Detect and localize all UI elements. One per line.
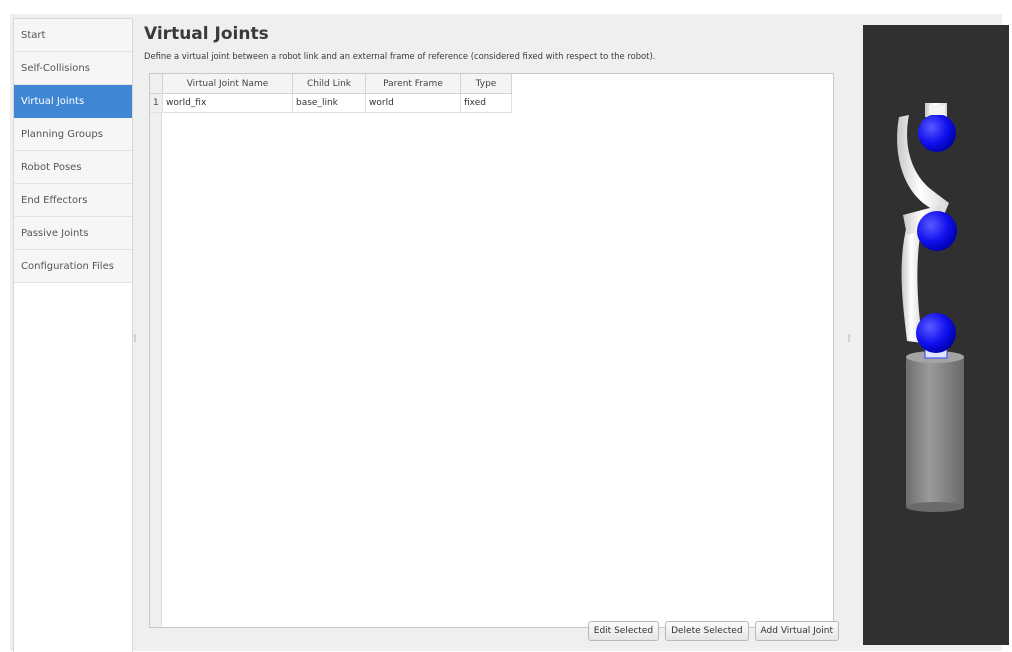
edit-selected-button[interactable]: Edit Selected	[587, 621, 660, 641]
sidebar-item-end-effectors[interactable]: End Effectors	[14, 184, 132, 217]
cell-parent-frame[interactable]: world	[365, 93, 461, 113]
sidebar-item-planning-groups[interactable]: Planning Groups	[14, 118, 132, 151]
sidebar-item-passive-joints[interactable]: Passive Joints	[14, 217, 132, 250]
robot-model	[897, 103, 964, 512]
add-virtual-joint-button[interactable]: Add Virtual Joint	[754, 621, 839, 641]
column-header-virtual-joint-name[interactable]: Virtual Joint Name	[162, 74, 293, 94]
robot-base	[906, 351, 964, 512]
page-description: Define a virtual joint between a robot l…	[144, 51, 656, 61]
robot-joint-bottom	[916, 313, 956, 353]
sidebar-item-self-collisions[interactable]: Self-Collisions	[14, 52, 132, 85]
sidebar-item-robot-poses[interactable]: Robot Poses	[14, 151, 132, 184]
delete-selected-button[interactable]: Delete Selected	[665, 621, 749, 641]
cell-child-link[interactable]: base_link	[292, 93, 366, 113]
sidebar-splitter-handle[interactable]	[134, 334, 136, 342]
row-header-gutter	[150, 74, 162, 627]
setup-assistant-window: Start Self-Collisions Virtual Joints Pla…	[10, 14, 1009, 652]
table-action-buttons: Edit Selected Delete Selected Add Virtua…	[587, 621, 839, 641]
column-header-child-link[interactable]: Child Link	[292, 74, 366, 94]
table-row[interactable]: 1 world_fix base_link world fixed	[150, 93, 512, 113]
cell-type[interactable]: fixed	[460, 93, 512, 113]
sidebar-item-virtual-joints[interactable]: Virtual Joints	[14, 85, 132, 118]
robot-joint-top	[918, 114, 956, 152]
row-number[interactable]: 1	[150, 93, 163, 113]
viewer-splitter-handle[interactable]	[848, 334, 850, 342]
page-title: Virtual Joints	[144, 24, 269, 44]
sidebar-item-configuration-files[interactable]: Configuration Files	[14, 250, 132, 283]
robot-joint-middle	[917, 211, 957, 251]
column-header-parent-frame[interactable]: Parent Frame	[365, 74, 461, 94]
table-corner-button[interactable]	[150, 74, 163, 94]
robot-3d-viewer[interactable]	[863, 25, 1009, 645]
sidebar: Start Self-Collisions Virtual Joints Pla…	[13, 18, 133, 652]
sidebar-item-start[interactable]: Start	[14, 19, 132, 52]
cell-virtual-joint-name[interactable]: world_fix	[162, 93, 293, 113]
column-header-type[interactable]: Type	[460, 74, 512, 94]
virtual-joints-table[interactable]: Virtual Joint Name Child Link Parent Fra…	[149, 73, 834, 628]
